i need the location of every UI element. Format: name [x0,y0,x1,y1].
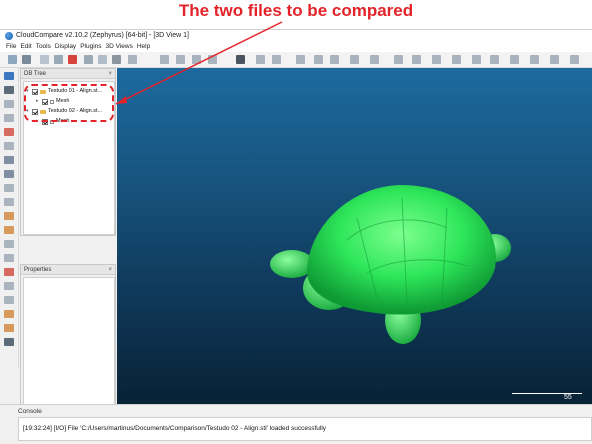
cross-section-icon[interactable] [208,55,217,64]
box2-icon[interactable] [4,324,14,332]
view-toolbar [0,68,19,368]
db-tree-header: DB Tree × [21,69,115,79]
box-icon[interactable] [4,310,14,318]
screenshot-page: The two files to be compared CloudCompar… [0,0,592,444]
qr-icon[interactable] [236,55,245,64]
filter-icon[interactable] [314,55,323,64]
histogram-icon[interactable] [350,55,359,64]
delete-icon[interactable] [112,55,121,64]
color-icon[interactable] [4,268,14,276]
menu-file[interactable]: File [6,43,16,50]
view-back-icon[interactable] [4,142,14,150]
subsample-icon[interactable] [84,55,93,64]
properties-title: Properties [24,267,52,273]
camera-icon[interactable] [490,55,499,64]
menu-tools[interactable]: Tools [36,43,51,50]
view-front-icon[interactable] [4,114,14,122]
save-icon[interactable] [22,55,31,64]
compute-icon[interactable] [296,55,305,64]
mesh-tool-icon[interactable] [256,55,265,64]
cloudcompare-logo-icon [5,31,13,40]
sun-icon[interactable] [4,226,14,234]
close-icon[interactable]: × [108,69,112,79]
db-tree-title: DB Tree [24,71,47,77]
main-toolbar [0,52,592,68]
console-panel: Console [19:32:24] [I/O] File 'C:/Users/… [0,404,592,444]
ruler-icon[interactable] [472,55,481,64]
translate-icon[interactable] [160,55,169,64]
view-left-icon[interactable] [4,128,14,136]
close-icon[interactable]: × [108,265,112,275]
annotation-title: The two files to be compared [178,1,414,20]
label-icon[interactable] [432,55,441,64]
rotation-icon[interactable] [4,240,14,248]
settings-icon[interactable] [530,55,539,64]
segment-icon[interactable] [330,55,339,64]
turtle-model [270,184,511,344]
console-output: [19:32:24] [I/O] File 'C:/Users/martinus… [18,417,592,441]
point-pick-icon[interactable] [452,55,461,64]
menu-3d-views[interactable]: 3D Views [106,43,133,50]
zoom-icon[interactable] [570,55,579,64]
title-bar: CloudCompare v2.10.2 (Zephyrus) [64-bit]… [0,30,592,41]
sf-icon[interactable] [272,55,281,64]
console-line: [19:32:24] [I/O] File 'C:/Users/martinus… [23,425,327,432]
sphere-icon[interactable] [412,55,421,64]
scale-icon[interactable] [192,55,201,64]
menu-display[interactable]: Display [55,43,76,50]
more-icon[interactable] [4,338,14,346]
properties-header: Properties × [21,265,115,275]
console-header: Console [18,408,42,415]
annotation-highlight-box [24,84,114,122]
sample-icon[interactable] [98,55,107,64]
frame-icon[interactable] [4,296,14,304]
align-icon[interactable] [68,55,77,64]
fullscreen-icon[interactable] [550,55,559,64]
3d-view[interactable]: 55 [117,68,592,404]
view-right-icon[interactable] [4,156,14,164]
pivot-icon[interactable] [4,170,14,178]
light-icon[interactable] [510,55,519,64]
camera-view-icon[interactable] [4,86,14,94]
scale-label: 55 [564,394,572,401]
menu-edit[interactable]: Edit [20,43,31,50]
zoom-icon-left[interactable] [4,184,14,192]
distance-icon[interactable] [370,55,379,64]
view-top-icon[interactable] [4,100,14,108]
grid-icon[interactable] [4,282,14,290]
menu-help[interactable]: Help [137,43,150,50]
perspective-icon[interactable] [4,198,14,206]
rotate-icon[interactable] [176,55,185,64]
light-toggle-icon[interactable] [4,212,14,220]
merge-icon[interactable] [54,55,63,64]
normals-icon[interactable] [128,55,137,64]
layers-icon[interactable] [4,254,14,262]
plane-icon[interactable] [394,55,403,64]
global-view-icon[interactable] [4,72,14,80]
turtle-shell [306,184,496,315]
clone-icon[interactable] [40,55,49,64]
window-title: CloudCompare v2.10.2 (Zephyrus) [64-bit]… [16,32,190,39]
menu-bar: File Edit Tools Display Plugins 3D Views… [0,41,592,52]
menu-plugins[interactable]: Plugins [80,43,101,50]
open-icon[interactable] [8,55,17,64]
